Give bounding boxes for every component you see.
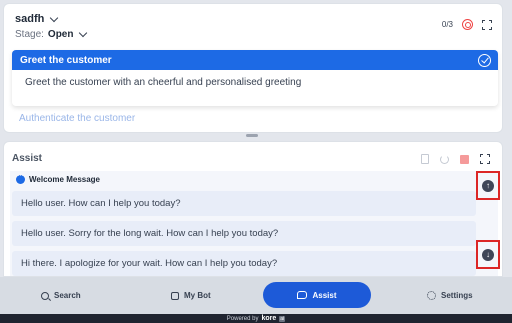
- suggestion-group-header: Welcome Message: [16, 171, 100, 184]
- brand-badge: ai: [279, 315, 286, 322]
- stage-label: Stage:: [15, 29, 44, 40]
- search-icon: [41, 291, 49, 300]
- stage-selector[interactable]: Stage: Open: [15, 28, 88, 40]
- nav-assist[interactable]: Assist: [263, 282, 371, 308]
- scroll-up-button[interactable]: ↑: [476, 171, 500, 200]
- assist-toolbar: [421, 154, 490, 164]
- nav-mybot[interactable]: My Bot: [171, 277, 211, 314]
- assist-icon: [297, 291, 308, 299]
- arrow-down-icon: ↓: [482, 248, 494, 261]
- conversation-name: sadfh: [15, 13, 45, 25]
- assist-panel: Assist Welcome Message Hello user. How c…: [3, 141, 503, 277]
- bottom-navigation: Search My Bot Assist Settings: [0, 277, 512, 314]
- conversation-toolbar: 0/3: [442, 19, 492, 30]
- nav-mybot-label: My Bot: [184, 291, 211, 300]
- suggestion-message[interactable]: Hello user. How can I help you today?: [12, 191, 476, 216]
- suggestion-message[interactable]: Hi there. I apologize for your wait. How…: [12, 251, 476, 276]
- expand-icon[interactable]: [480, 154, 490, 164]
- chat-bubble-icon: [16, 171, 25, 184]
- conversation-panel: sadfh Stage: Open 0/3 Greet the customer…: [3, 3, 503, 133]
- gear-icon: [427, 291, 436, 300]
- document-icon[interactable]: [421, 154, 429, 164]
- expand-icon[interactable]: [482, 19, 492, 30]
- nav-assist-label: Assist: [312, 290, 337, 300]
- suggestion-list[interactable]: Welcome Message Hello user. How can I he…: [10, 171, 498, 276]
- nav-search[interactable]: Search: [41, 277, 81, 314]
- chevron-down-icon: [50, 13, 59, 22]
- target-icon[interactable]: [462, 19, 473, 30]
- powered-by-footer: Powered by kore ai: [0, 314, 512, 323]
- active-step-header: Greet the customer: [12, 50, 498, 70]
- bot-icon: [171, 291, 179, 300]
- steps-counter: 0/3: [441, 20, 453, 29]
- conversation-name-dropdown[interactable]: sadfh: [15, 13, 59, 25]
- active-step-title: Greet the customer: [20, 54, 112, 66]
- active-step-description: Greet the customer with an cheerful and …: [25, 77, 302, 88]
- suggestion-message[interactable]: Hello user. Sorry for the long wait. How…: [12, 221, 476, 246]
- powered-by-text: Powered by: [226, 315, 259, 322]
- stage-value: Open: [47, 29, 74, 40]
- chevron-down-icon: [79, 28, 88, 38]
- nav-search-label: Search: [54, 291, 81, 300]
- assist-title: Assist: [12, 153, 43, 164]
- brand-logo: kore: [261, 315, 277, 322]
- scroll-down-button[interactable]: ↓: [476, 240, 500, 269]
- resize-handle[interactable]: [246, 134, 258, 137]
- active-step-card[interactable]: Greet the customer Greet the customer wi…: [12, 50, 498, 106]
- nav-settings-label: Settings: [441, 291, 473, 300]
- nav-settings[interactable]: Settings: [427, 277, 473, 314]
- stop-icon[interactable]: [460, 154, 469, 164]
- next-step-title[interactable]: Authenticate the customer: [19, 113, 135, 124]
- refresh-icon[interactable]: [440, 154, 449, 164]
- check-circle-icon[interactable]: [478, 53, 491, 67]
- arrow-up-icon: ↑: [482, 179, 494, 192]
- suggestion-group-title: Welcome Message: [29, 175, 100, 184]
